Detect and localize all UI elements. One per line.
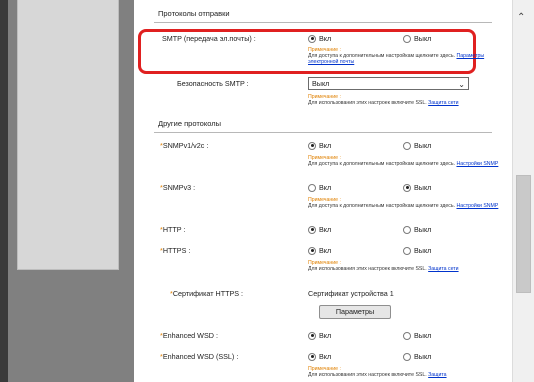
snmpv1-on-option[interactable]: Вкл: [308, 141, 331, 150]
enhanced-wsd-label: *Enhanced WSD :: [160, 331, 218, 340]
http-off-option[interactable]: Выкл: [403, 225, 431, 234]
https-off-radio[interactable]: [403, 246, 411, 255]
enhanced-wsd-on-radio[interactable]: [308, 331, 316, 340]
enhanced-wsd-off-radio[interactable]: [403, 331, 411, 340]
smtp-on-option[interactable]: Вкл: [308, 34, 331, 43]
https-off-option[interactable]: Выкл: [403, 246, 431, 255]
smtp-off-option[interactable]: Выкл: [403, 34, 431, 43]
http-on-option[interactable]: Вкл: [308, 225, 331, 234]
enhanced-wsd-ssl-off-radio[interactable]: [403, 352, 411, 361]
note-text: Для использования этих настроек включите…: [308, 372, 427, 378]
enhanced-wsd-on-option[interactable]: Вкл: [308, 331, 331, 340]
main-content: Протоколы отправки SMTP (передача эл.поч…: [134, 0, 512, 382]
off-label: Выкл: [414, 183, 432, 192]
snmpv3-on-option[interactable]: Вкл: [308, 183, 331, 192]
note-text: Для доступа к дополнительным настройкам …: [308, 161, 456, 167]
smtp-security-note: Примечание : Для использования этих наст…: [308, 94, 498, 106]
smtp-on-label: Вкл: [319, 34, 332, 43]
snmpv3-on-radio[interactable]: [308, 183, 316, 192]
snmp-settings-link[interactable]: Настройки SNMP: [456, 203, 498, 209]
enhanced-wsd-ssl-on-radio[interactable]: [308, 352, 316, 361]
network-security-link[interactable]: Защита сети: [428, 100, 458, 106]
snmpv1-off-option[interactable]: Выкл: [403, 141, 431, 150]
off-label: Выкл: [414, 225, 432, 234]
note-text: Для доступа к дополнительным настройкам …: [308, 203, 456, 209]
enhanced-wsd-off-option[interactable]: Выкл: [403, 331, 431, 340]
smtp-label: SMTP (передача эл.почты) :: [162, 34, 256, 43]
enhanced-wsd-ssl-label: *Enhanced WSD (SSL) :: [160, 352, 239, 361]
on-label: Вкл: [319, 183, 332, 192]
note-text: Для использования этих настроек включите…: [308, 266, 427, 272]
https-on-radio[interactable]: [308, 246, 316, 255]
scrollbar-thumb[interactable]: [516, 175, 531, 293]
off-label: Выкл: [414, 331, 432, 340]
divider: [154, 22, 492, 23]
snmp-settings-link[interactable]: Настройки SNMP: [456, 161, 498, 167]
network-security-link[interactable]: Защита сети: [428, 266, 458, 272]
snmpv1-note: Примечание : Для доступа к дополнительны…: [308, 155, 508, 167]
https-note: Примечание : Для использования этих наст…: [308, 260, 498, 272]
sending-protocols-heading: Протоколы отправки: [158, 9, 230, 18]
navigation-menu-panel: [17, 0, 119, 270]
on-label: Вкл: [319, 225, 332, 234]
smtp-note: Примечание : Для доступа к дополнительны…: [308, 47, 508, 65]
https-on-option[interactable]: Вкл: [308, 246, 331, 255]
https-cert-value: Сертификат устройства 1: [308, 289, 394, 298]
snmpv3-off-radio[interactable]: [403, 183, 411, 192]
https-cert-label: *Сертификат HTTPS :: [170, 289, 244, 298]
snmpv3-label: *SNMPv3 :: [160, 183, 196, 192]
smtp-security-value: Выкл: [312, 79, 330, 88]
enhanced-wsd-ssl-on-option[interactable]: Вкл: [308, 352, 331, 361]
on-label: Вкл: [319, 246, 332, 255]
http-off-radio[interactable]: [403, 225, 411, 234]
smtp-off-label: Выкл: [414, 34, 432, 43]
smtp-on-radio[interactable]: [308, 34, 316, 43]
snmpv1-off-radio[interactable]: [403, 141, 411, 150]
enhanced-wsd-ssl-note: Примечание : Для использования этих наст…: [308, 366, 498, 378]
chevron-down-icon: ⌄: [458, 80, 465, 89]
http-label: *HTTP :: [160, 225, 186, 234]
note-text: Для использования этих настроек включите…: [308, 100, 427, 106]
other-protocols-heading: Другие протоколы: [158, 119, 221, 128]
on-label: Вкл: [319, 331, 332, 340]
off-label: Выкл: [414, 141, 432, 150]
scroll-up-icon[interactable]: ⌃: [517, 12, 525, 23]
snmpv1-label: *SNMPv1/v2c :: [160, 141, 209, 150]
on-label: Вкл: [319, 352, 332, 361]
left-edge: [0, 0, 8, 382]
divider: [154, 132, 492, 133]
smtp-security-select[interactable]: Выкл ⌄: [308, 77, 469, 90]
smtp-off-radio[interactable]: [403, 34, 411, 43]
enhanced-wsd-ssl-off-option[interactable]: Выкл: [403, 352, 431, 361]
https-cert-settings-button[interactable]: Параметры: [319, 305, 391, 319]
off-label: Выкл: [414, 352, 432, 361]
snmpv3-off-option[interactable]: Выкл: [403, 183, 431, 192]
smtp-security-label: Безопасность SMTP :: [177, 79, 249, 88]
http-on-radio[interactable]: [308, 225, 316, 234]
https-label: *HTTPS :: [160, 246, 191, 255]
off-label: Выкл: [414, 246, 432, 255]
on-label: Вкл: [319, 141, 332, 150]
network-security-link[interactable]: Защита: [428, 372, 446, 378]
snmpv1-on-radio[interactable]: [308, 141, 316, 150]
snmpv3-note: Примечание : Для доступа к дополнительны…: [308, 197, 508, 209]
